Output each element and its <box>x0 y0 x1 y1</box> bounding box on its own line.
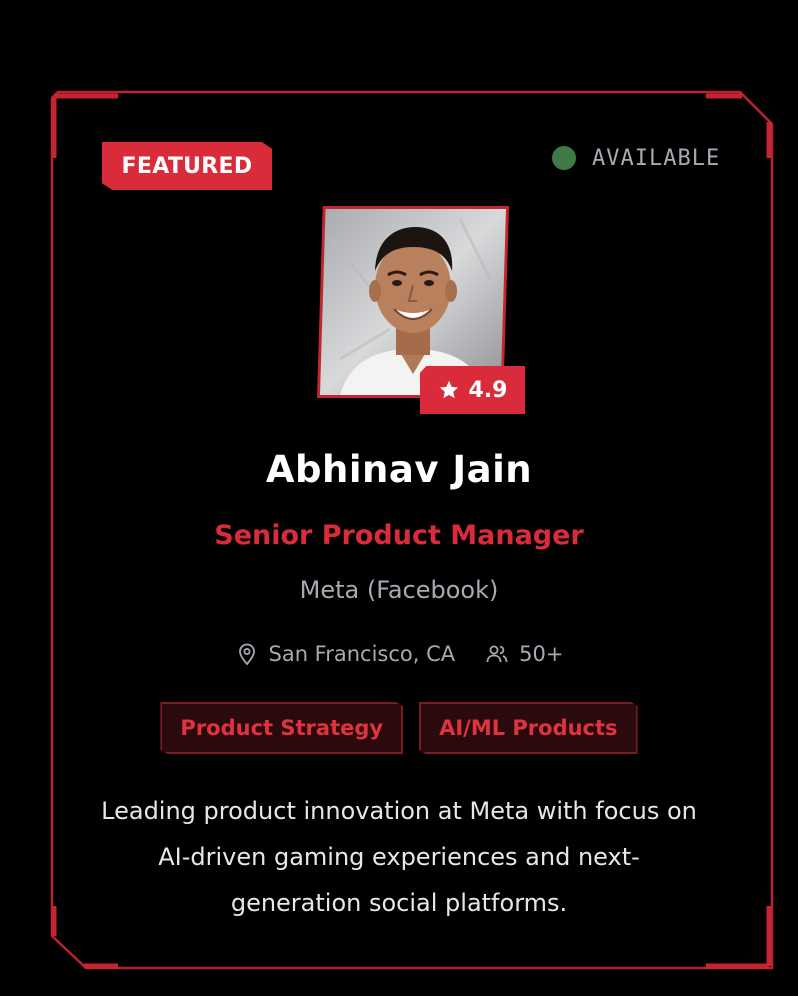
location-text: San Francisco, CA <box>268 642 456 666</box>
star-icon <box>439 380 458 399</box>
profile-meta: San Francisco, CA 50+ <box>0 638 798 670</box>
profile-card-page: FEATURED AVAILABLE 4.9 Abhinav Jain Seni… <box>0 0 798 996</box>
profile-description: Leading product innovation at Meta with … <box>101 797 697 917</box>
profile-role: Senior Product Manager <box>214 520 584 551</box>
users-icon <box>486 645 508 663</box>
skill-tags: Product Strategy AI/ML Products <box>0 702 798 754</box>
connections-info: 50+ <box>485 642 563 666</box>
profile-name: Abhinav Jain <box>265 448 533 491</box>
tag-ai-ml-products[interactable]: AI/ML Products <box>419 702 638 754</box>
status-dot-icon <box>552 146 576 170</box>
featured-badge: FEATURED <box>102 142 272 190</box>
tag-product-strategy[interactable]: Product Strategy <box>160 702 404 754</box>
connections-text: 50+ <box>519 642 564 666</box>
profile-company: Meta (Facebook) <box>299 576 499 604</box>
status-label: AVAILABLE <box>592 145 721 171</box>
rating-value: 4.9 <box>468 377 508 403</box>
rating-badge: 4.9 <box>420 366 525 414</box>
availability-status: AVAILABLE <box>552 142 720 174</box>
map-pin-icon <box>238 643 255 666</box>
location-info: San Francisco, CA <box>235 642 456 666</box>
